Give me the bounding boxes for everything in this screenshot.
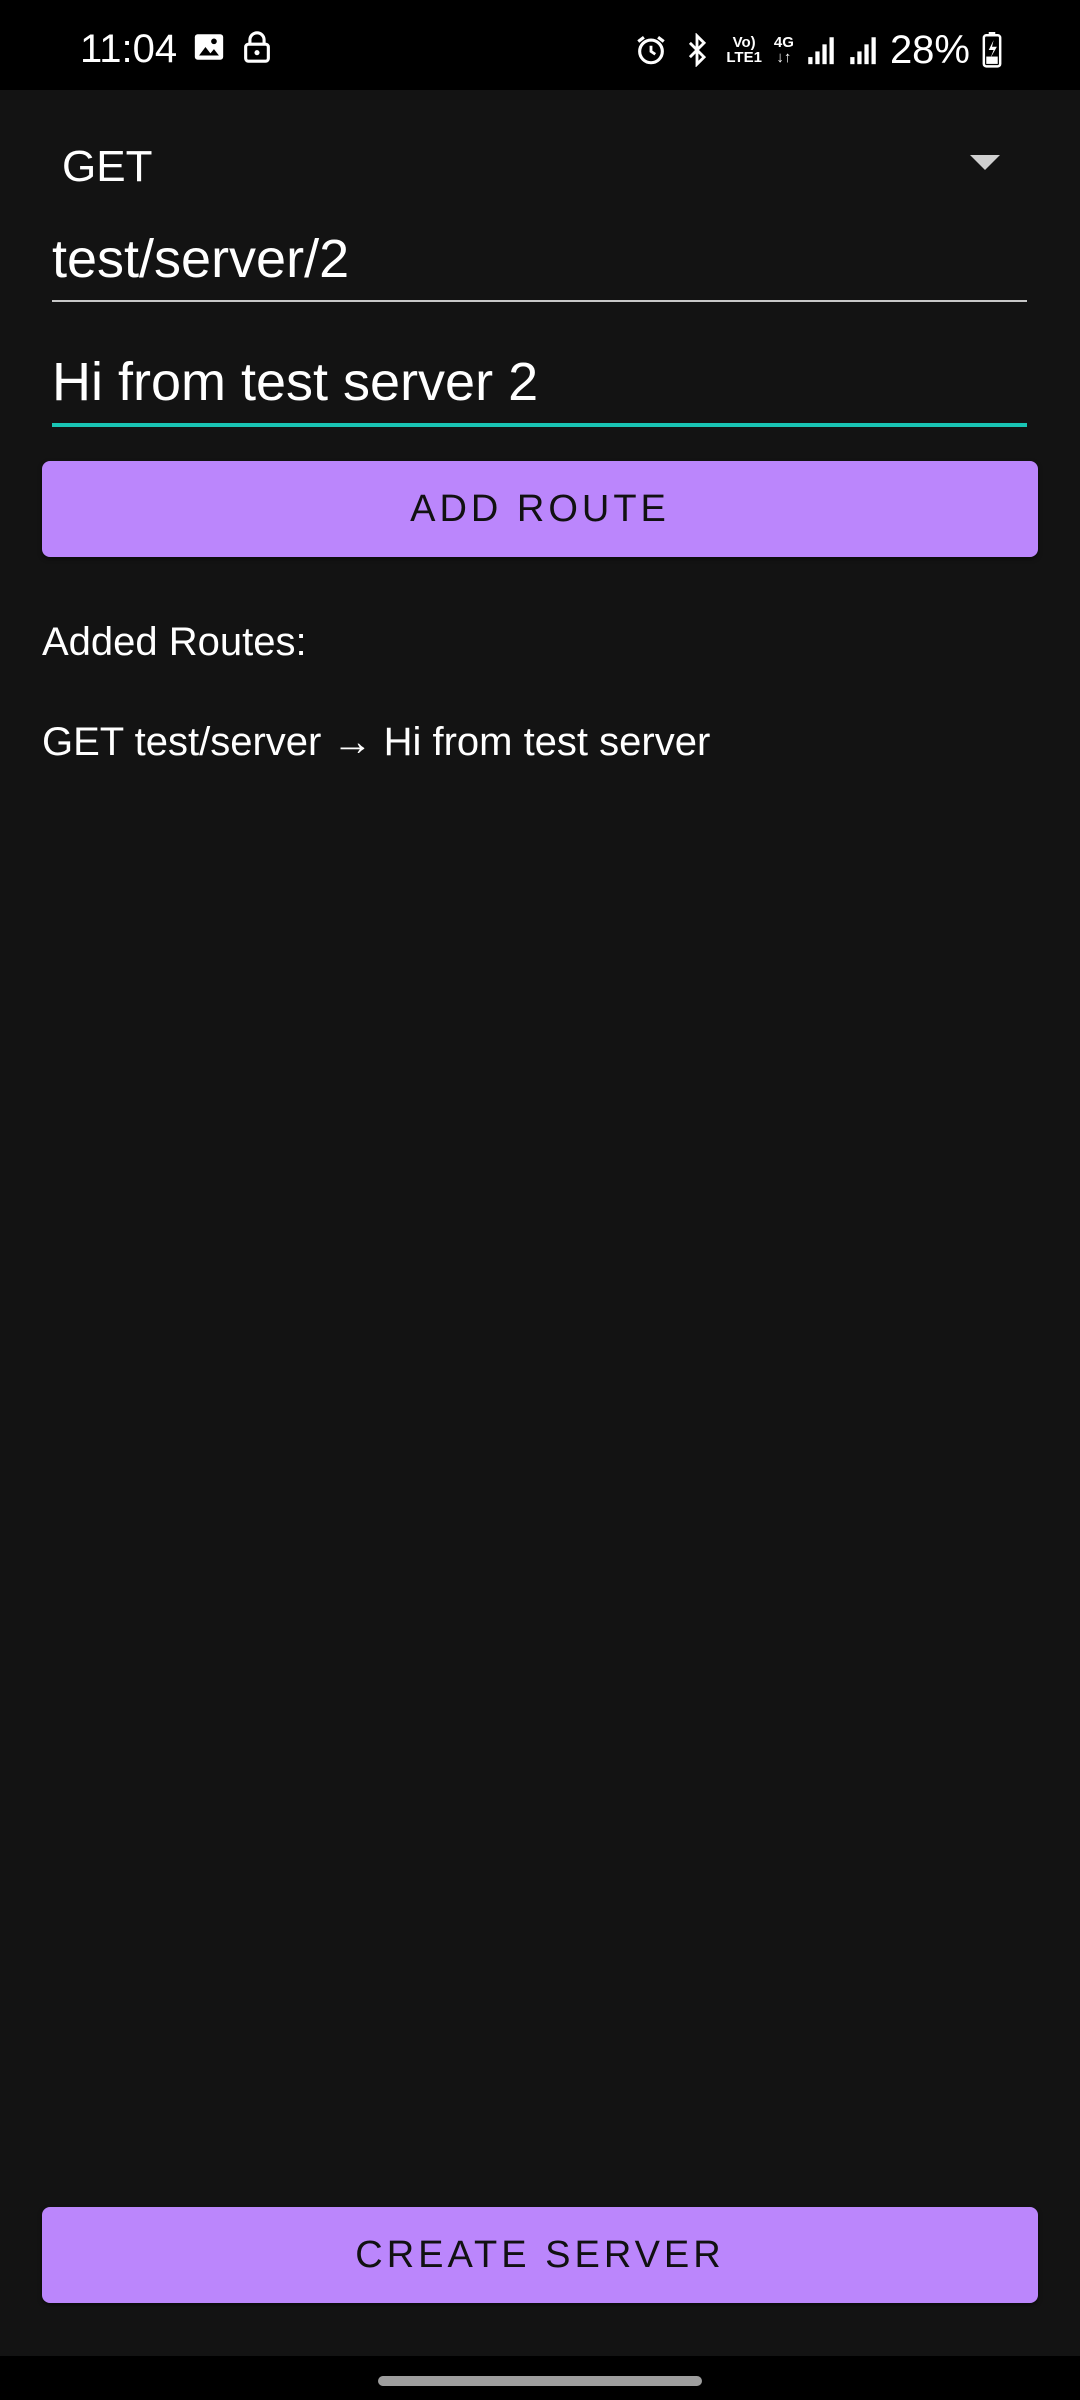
battery-charging-icon bbox=[982, 32, 1002, 68]
status-time: 11:04 bbox=[80, 27, 178, 71]
method-dropdown[interactable]: GET bbox=[42, 125, 1002, 205]
route-item: GET test/server → Hi from test server bbox=[42, 720, 711, 764]
image-icon bbox=[192, 30, 226, 64]
status-left-icons bbox=[192, 30, 274, 64]
volte-indicator: Vo) LTE1 bbox=[726, 35, 762, 65]
volte-top: Vo) bbox=[732, 34, 756, 51]
signal-icon bbox=[848, 33, 878, 67]
alarm-icon bbox=[634, 33, 668, 67]
signal-icon bbox=[806, 33, 836, 67]
battery-percent: 28% bbox=[889, 28, 970, 72]
navigation-bar bbox=[0, 2356, 1080, 2400]
method-selected-value: GET bbox=[62, 142, 153, 191]
routes-header: Added Routes: bbox=[42, 620, 307, 664]
path-field[interactable] bbox=[52, 220, 1027, 302]
bluetooth-icon bbox=[680, 33, 714, 67]
network-type: 4G ↓↑ bbox=[774, 35, 794, 65]
lock-icon bbox=[240, 30, 274, 64]
network-type-label: 4G bbox=[773, 34, 794, 51]
response-field[interactable] bbox=[52, 345, 1027, 427]
routes-list: GET test/server → Hi from test server bbox=[42, 718, 710, 766]
volte-bottom: LTE1 bbox=[726, 49, 762, 66]
create-server-button[interactable]: CREATE SERVER bbox=[42, 2207, 1038, 2303]
home-gesture-handle[interactable] bbox=[378, 2376, 702, 2386]
data-arrows-icon: ↓↑ bbox=[776, 49, 792, 66]
status-bar: 11:04 Vo) LTE1 4G ↓↑ 28% bbox=[0, 0, 1080, 90]
response-input[interactable] bbox=[52, 351, 1027, 413]
path-input[interactable] bbox=[52, 228, 1027, 290]
status-right-icons: Vo) LTE1 4G ↓↑ 28% bbox=[634, 26, 1002, 74]
add-route-button[interactable]: ADD ROUTE bbox=[42, 461, 1038, 557]
dropdown-arrow-icon bbox=[970, 155, 1000, 176]
